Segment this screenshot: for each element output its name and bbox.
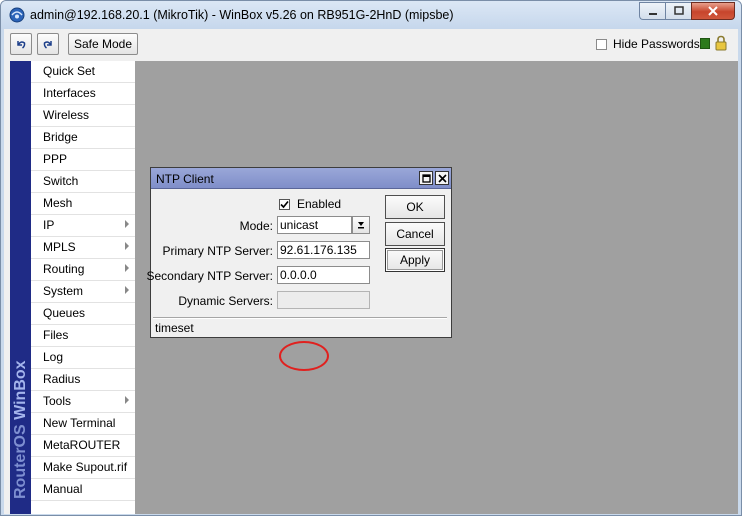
sidebar-item-interfaces[interactable]: Interfaces bbox=[31, 83, 135, 105]
sidebar-item-radius[interactable]: Radius bbox=[31, 369, 135, 391]
undo-icon bbox=[17, 41, 26, 49]
sidebar-item-label: Wireless bbox=[43, 108, 90, 122]
undo-button[interactable] bbox=[10, 33, 32, 55]
sidebar-item-label: Files bbox=[43, 328, 69, 342]
sidebar-item-label: Routing bbox=[43, 262, 85, 276]
mode-select[interactable]: unicast bbox=[277, 216, 352, 234]
cancel-button[interactable]: Cancel bbox=[385, 222, 445, 246]
sidebar-menu: Quick Set Interfaces Wireless Bridge PPP Swit… bbox=[31, 61, 135, 501]
sidebar-item-label: Manual bbox=[43, 482, 83, 496]
status-highlight-circle bbox=[279, 341, 329, 371]
lock-icon bbox=[715, 35, 727, 51]
sidebar-item-routing[interactable]: Routing bbox=[31, 259, 135, 281]
minimize-icon bbox=[648, 13, 657, 15]
sidebar-item-queues[interactable]: Queues bbox=[31, 303, 135, 325]
redo-icon bbox=[43, 41, 52, 49]
winbox-window: admin@192.168.20.1 (MikroTik) - WinBox v… bbox=[0, 0, 742, 516]
sidebar-item-mpls[interactable]: MPLS bbox=[31, 237, 135, 259]
sidebar-item-label: Log bbox=[43, 350, 64, 364]
ntp-status-text: timeset bbox=[155, 321, 194, 335]
sidebar-item-label: Quick Set bbox=[43, 64, 96, 78]
title-bar[interactable]: admin@192.168.20.1 (MikroTik) - WinBox v… bbox=[1, 1, 741, 29]
ntp-dialog-title: NTP Client bbox=[156, 172, 214, 186]
sidebar-item-make-supout-rif[interactable]: Make Supout.rif bbox=[31, 457, 135, 479]
maximize-button[interactable] bbox=[665, 2, 691, 20]
enabled-checkbox[interactable] bbox=[279, 198, 290, 210]
safe-mode-button[interactable]: Safe Mode bbox=[68, 33, 138, 55]
ntp-client-dialog: NTP Client Enabled Mode: unicast Primary… bbox=[146, 167, 452, 338]
hide-passwords-label: Hide Passwords bbox=[613, 37, 700, 51]
checkmark-icon bbox=[280, 200, 289, 208]
window-title: admin@192.168.20.1 (MikroTik) - WinBox v… bbox=[30, 8, 454, 22]
maximize-icon bbox=[421, 173, 431, 183]
submenu-arrow-icon bbox=[125, 220, 129, 228]
enabled-label: Enabled bbox=[297, 197, 342, 211]
hide-passwords-toggle[interactable]: Hide Passwords bbox=[596, 37, 700, 51]
sidebar-item-bridge[interactable]: Bridge bbox=[31, 127, 135, 149]
toolbar: Safe Mode Hide Passwords bbox=[4, 29, 738, 59]
apply-button[interactable]: Apply bbox=[385, 248, 445, 272]
ntp-dialog-maximize-button[interactable] bbox=[419, 171, 433, 185]
sidebar-item-label: Mesh bbox=[43, 196, 73, 210]
sidebar-brand-strip: RouterOS WinBox bbox=[10, 61, 31, 514]
winbox-app-icon bbox=[9, 7, 25, 23]
minimize-button[interactable] bbox=[639, 2, 665, 20]
dynamic-servers-field bbox=[277, 291, 370, 309]
connection-status-indicator bbox=[700, 38, 710, 49]
sidebar-item-label: Switch bbox=[43, 174, 79, 188]
brand-logo-text: RouterOS WinBox bbox=[12, 360, 29, 499]
sidebar-item-wireless[interactable]: Wireless bbox=[31, 105, 135, 127]
secondary-ntp-server-input[interactable]: 0.0.0.0 bbox=[277, 266, 370, 284]
dropdown-arrow-icon bbox=[358, 222, 364, 229]
sidebar-item-label: System bbox=[43, 284, 84, 298]
sidebar-item-label: IP bbox=[43, 218, 55, 232]
primary-ntp-server-label: Primary NTP Server: bbox=[162, 244, 273, 258]
sidebar-item-switch[interactable]: Switch bbox=[31, 171, 135, 193]
ntp-dialog-title-bar[interactable]: NTP Client bbox=[151, 168, 451, 189]
sidebar-item-label: Bridge bbox=[43, 130, 78, 144]
submenu-arrow-icon bbox=[125, 264, 129, 272]
sidebar-item-label: Queues bbox=[43, 306, 86, 320]
dynamic-servers-label: Dynamic Servers: bbox=[178, 294, 273, 308]
close-icon bbox=[708, 6, 718, 16]
mode-label: Mode: bbox=[239, 219, 273, 233]
sidebar-item-label: New Terminal bbox=[43, 416, 116, 430]
sidebar-item-label: PPP bbox=[43, 152, 68, 166]
maximize-icon bbox=[673, 6, 684, 15]
submenu-arrow-icon bbox=[125, 242, 129, 250]
sidebar-item-tools[interactable]: Tools bbox=[31, 391, 135, 413]
sidebar-item-ip[interactable]: IP bbox=[31, 215, 135, 237]
sidebar-item-label: MetaROUTER bbox=[43, 438, 121, 452]
sidebar-item-metarouter[interactable]: MetaROUTER bbox=[31, 435, 135, 457]
sidebar-item-label: MPLS bbox=[43, 240, 76, 254]
sidebar-item-label: Radius bbox=[43, 372, 81, 386]
ok-button[interactable]: OK bbox=[385, 195, 445, 219]
redo-button[interactable] bbox=[37, 33, 59, 55]
submenu-arrow-icon bbox=[125, 286, 129, 294]
sidebar-item-new-terminal[interactable]: New Terminal bbox=[31, 413, 135, 435]
ntp-dialog-close-button[interactable] bbox=[435, 171, 449, 185]
sidebar-item-label: Tools bbox=[43, 394, 72, 408]
sidebar-item-label: Interfaces bbox=[43, 86, 96, 100]
sidebar-item-system[interactable]: System bbox=[31, 281, 135, 303]
sidebar-item-manual[interactable]: Manual bbox=[31, 479, 135, 501]
mode-dropdown-button[interactable] bbox=[352, 216, 370, 234]
hide-passwords-checkbox[interactable] bbox=[596, 38, 607, 50]
sidebar-item-mesh[interactable]: Mesh bbox=[31, 193, 135, 215]
secondary-ntp-server-label: Secondary NTP Server: bbox=[146, 269, 274, 283]
sidebar-item-quick-set[interactable]: Quick Set bbox=[31, 61, 135, 83]
submenu-arrow-icon bbox=[125, 396, 129, 404]
close-button[interactable] bbox=[691, 2, 735, 20]
primary-ntp-server-input[interactable]: 92.61.176.135 bbox=[277, 241, 370, 259]
sidebar-item-ppp[interactable]: PPP bbox=[31, 149, 135, 171]
status-divider bbox=[153, 317, 447, 319]
sidebar: RouterOS WinBox Quick Set Interfaces Wirel… bbox=[10, 61, 135, 514]
sidebar-item-log[interactable]: Log bbox=[31, 347, 135, 369]
close-icon bbox=[437, 173, 447, 183]
enabled-toggle[interactable]: Enabled bbox=[279, 197, 341, 211]
sidebar-item-label: Make Supout.rif bbox=[43, 460, 128, 474]
sidebar-item-files[interactable]: Files bbox=[31, 325, 135, 347]
